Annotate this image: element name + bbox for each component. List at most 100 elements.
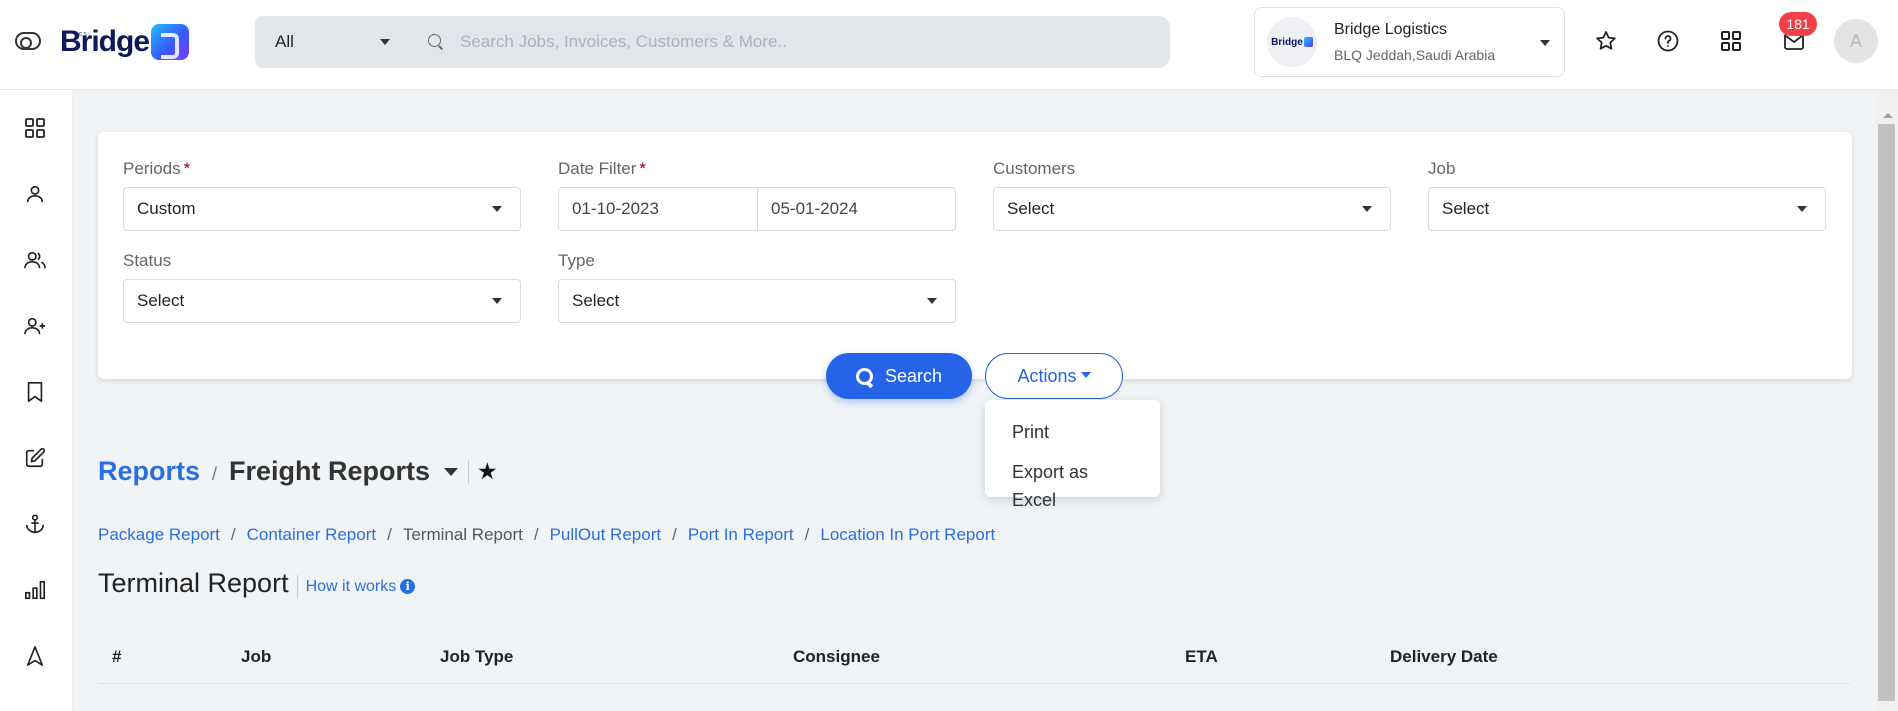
type-select[interactable]: Select bbox=[558, 279, 956, 323]
caret-down-icon bbox=[1080, 371, 1091, 378]
chevron-down-icon bbox=[1540, 40, 1550, 46]
company-switcher[interactable]: Bridge Bridge Logistics BLQ Jeddah,Saudi… bbox=[1254, 7, 1565, 77]
type-label: Type bbox=[558, 251, 595, 270]
chevron-down-icon bbox=[927, 298, 937, 304]
grid-icon bbox=[25, 118, 45, 138]
company-logo-mark-icon bbox=[1303, 37, 1313, 47]
sidebar-item-users[interactable] bbox=[21, 246, 49, 274]
scrollbar-thumb[interactable] bbox=[1878, 124, 1895, 701]
sidebar-item-edit[interactable] bbox=[21, 444, 49, 472]
help-circle-icon bbox=[1657, 30, 1679, 52]
link-separator: / bbox=[804, 525, 810, 544]
sidebar-item-navigation[interactable] bbox=[21, 642, 49, 670]
favorites-button[interactable] bbox=[1591, 26, 1621, 56]
date-filter-label: Date Filter * bbox=[558, 159, 646, 179]
periods-label: Periods * bbox=[123, 159, 190, 179]
search-scope-value: All bbox=[275, 32, 294, 51]
required-marker: * bbox=[639, 159, 647, 178]
link-terminal-report: Terminal Report bbox=[402, 525, 523, 544]
periods-value: Custom bbox=[137, 199, 196, 218]
search-button[interactable]: Search bbox=[826, 353, 972, 399]
link-port-in-report[interactable]: Port In Report bbox=[688, 525, 794, 545]
user-plus-icon bbox=[24, 317, 46, 335]
link-separator: / bbox=[533, 525, 539, 544]
sidebar-item-bookmarks[interactable] bbox=[21, 378, 49, 406]
company-logo-text: Bridge bbox=[1271, 36, 1303, 48]
link-separator: / bbox=[672, 525, 677, 544]
job-select[interactable]: Select bbox=[1428, 187, 1826, 231]
report-type-dropdown-icon[interactable] bbox=[444, 467, 459, 476]
status-value: Select bbox=[137, 291, 185, 310]
link-container-report[interactable]: Container Report bbox=[247, 525, 376, 545]
apps-button[interactable] bbox=[1716, 26, 1746, 56]
menu-item-print[interactable]: Print bbox=[985, 412, 1160, 452]
edit-icon bbox=[25, 447, 46, 468]
status-label: Status bbox=[123, 251, 172, 270]
report-header: Terminal Report How it works i bbox=[98, 568, 416, 599]
sidebar-toggle-icon[interactable] bbox=[15, 32, 41, 50]
logo-subtitle: LCS bbox=[75, 32, 88, 38]
top-header: Bridge LCS All Bridge Bridge Logistics B… bbox=[0, 0, 1898, 90]
date-from-input[interactable]: 01-10-2023 bbox=[558, 187, 758, 231]
search-icon bbox=[855, 367, 873, 385]
user-icon bbox=[26, 185, 44, 203]
sidebar-item-dashboard[interactable] bbox=[21, 114, 49, 142]
brand-logo[interactable]: Bridge bbox=[60, 22, 190, 62]
link-pullout-report[interactable]: PullOut Report bbox=[550, 525, 662, 545]
search-icon bbox=[428, 34, 444, 50]
column-header-consignee[interactable]: Consignee bbox=[793, 647, 880, 667]
logo-text: Bridge bbox=[60, 25, 150, 58]
breadcrumb-reports-link[interactable]: Reports bbox=[98, 456, 200, 487]
date-to-input[interactable]: 05-01-2024 bbox=[757, 187, 956, 231]
actions-button[interactable]: Actions bbox=[985, 353, 1123, 399]
users-icon bbox=[24, 251, 46, 269]
logo-mark-icon bbox=[151, 24, 190, 60]
report-links: Package Report / Container Report / Term… bbox=[98, 525, 995, 545]
sidebar bbox=[0, 90, 73, 711]
how-it-works-link[interactable]: How it works i bbox=[306, 578, 416, 596]
divider bbox=[296, 574, 298, 599]
column-header-job[interactable]: Job bbox=[241, 647, 271, 667]
sidebar-item-anchor[interactable] bbox=[21, 510, 49, 538]
user-avatar[interactable]: A bbox=[1834, 19, 1878, 63]
bar-chart-icon bbox=[25, 580, 45, 600]
chevron-down-icon bbox=[1797, 206, 1807, 212]
help-button[interactable] bbox=[1653, 26, 1683, 56]
job-value: Select bbox=[1442, 199, 1490, 218]
search-box bbox=[410, 16, 1170, 68]
required-marker: * bbox=[183, 159, 191, 178]
scroll-up-arrow-icon[interactable] bbox=[1883, 113, 1893, 118]
menu-item-export-excel[interactable]: Export as Excel bbox=[985, 452, 1160, 520]
favorite-star-icon[interactable]: ★ bbox=[477, 458, 498, 485]
type-value: Select bbox=[572, 291, 620, 310]
report-table-header: # Job Job Type Consignee ETA Delivery Da… bbox=[98, 640, 1850, 684]
search-input[interactable] bbox=[460, 32, 1140, 52]
sidebar-item-user[interactable] bbox=[21, 180, 49, 208]
date-filter-label-text: Date Filter bbox=[558, 159, 637, 178]
column-header-index[interactable]: # bbox=[112, 647, 121, 667]
link-separator: / bbox=[387, 525, 392, 544]
how-it-works-label: How it works bbox=[305, 577, 397, 595]
status-select[interactable]: Select bbox=[123, 279, 521, 323]
column-header-eta[interactable]: ETA bbox=[1185, 647, 1218, 667]
sidebar-item-add-user[interactable] bbox=[21, 312, 49, 340]
link-package-report[interactable]: Package Report bbox=[98, 525, 220, 545]
global-search: All bbox=[255, 16, 1170, 68]
navigation-icon bbox=[26, 646, 44, 666]
info-icon: i bbox=[400, 579, 416, 594]
customers-label: Customers bbox=[993, 159, 1076, 178]
sidebar-item-reports[interactable] bbox=[21, 576, 49, 604]
bookmark-icon bbox=[27, 382, 43, 402]
periods-select[interactable]: Custom bbox=[123, 187, 521, 231]
actions-button-label: Actions bbox=[1017, 365, 1077, 386]
search-scope-select[interactable]: All bbox=[255, 16, 410, 68]
chevron-down-icon bbox=[492, 298, 502, 304]
link-location-in-port-report[interactable]: Location In Port Report bbox=[820, 525, 995, 545]
star-icon bbox=[1596, 31, 1616, 50]
column-header-job-type[interactable]: Job Type bbox=[440, 647, 513, 667]
chevron-down-icon bbox=[1362, 206, 1372, 212]
column-header-delivery-date[interactable]: Delivery Date bbox=[1390, 647, 1498, 667]
company-info: Bridge Logistics BLQ Jeddah,Saudi Arabia bbox=[1334, 21, 1495, 63]
customers-select[interactable]: Select bbox=[993, 187, 1391, 231]
page-scrollbar[interactable] bbox=[1876, 90, 1898, 711]
